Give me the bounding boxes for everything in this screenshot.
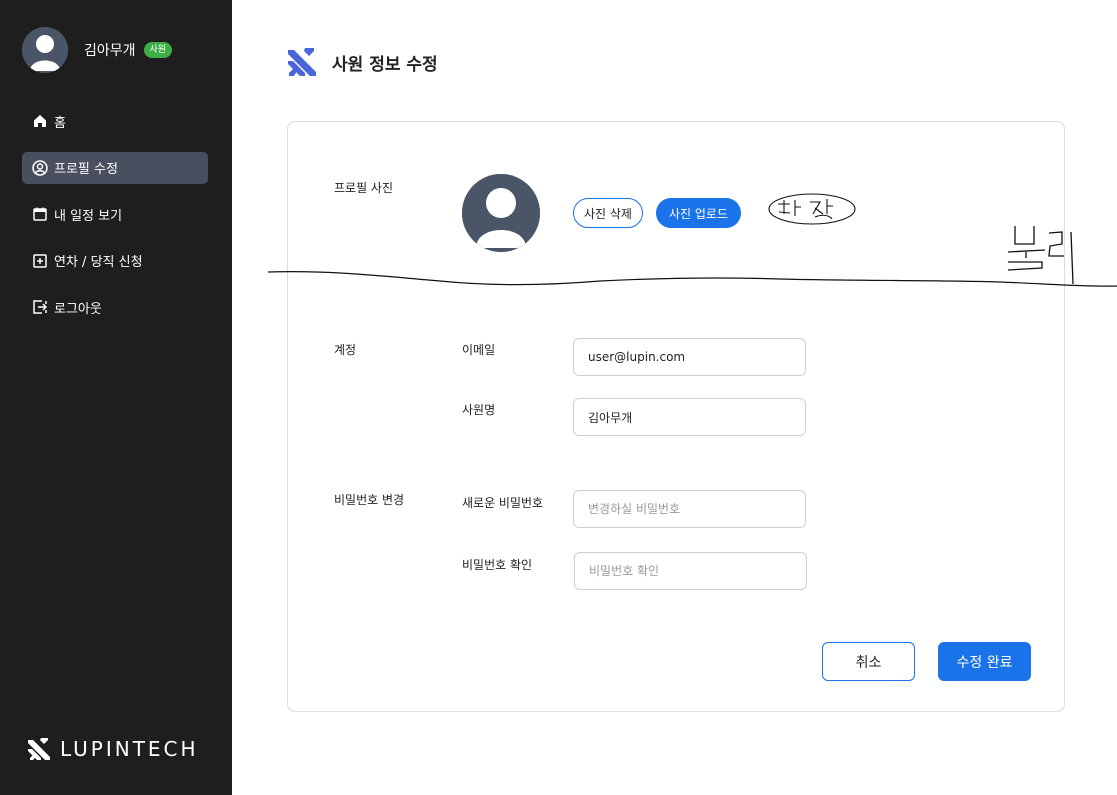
lupintech-logo-icon xyxy=(28,738,50,760)
sidebar-item-label: 홈 xyxy=(54,115,66,131)
sidebar-item-schedule[interactable]: 내 일정 보기 xyxy=(22,198,208,230)
page-title: 사원 정보 수정 xyxy=(332,54,438,75)
sidebar-item-home[interactable]: 홈 xyxy=(22,105,208,137)
sidebar-item-label: 연차 / 당직 신청 xyxy=(54,255,143,270)
name-field[interactable] xyxy=(573,398,806,436)
user-silhouette-icon xyxy=(462,174,540,252)
password-section-label: 비밀번호 변경 xyxy=(334,493,405,507)
user-silhouette-icon xyxy=(22,27,68,73)
sidebar-item-profile-edit[interactable]: 프로필 수정 xyxy=(22,151,208,184)
sidebar-item-logout[interactable]: 로그아웃 xyxy=(22,291,208,323)
sidebar-item-label: 프로필 수정 xyxy=(54,162,118,177)
email-field[interactable] xyxy=(573,338,806,376)
home-icon xyxy=(32,113,48,129)
confirm-password-label: 비밀번호 확인 xyxy=(462,558,533,572)
delete-photo-button[interactable]: 사진 삭제 xyxy=(573,198,643,228)
avatar[interactable] xyxy=(22,27,68,73)
new-password-field[interactable] xyxy=(573,490,806,528)
lupintech-logo-icon xyxy=(288,48,316,76)
submit-button[interactable]: 수정 완료 xyxy=(938,642,1031,681)
user-name: 김아무개 xyxy=(84,43,136,59)
role-badge: 사원 xyxy=(143,42,173,58)
brand-logo: LUPINTECH xyxy=(26,736,199,762)
confirm-password-field[interactable] xyxy=(574,552,807,590)
name-label: 사원명 xyxy=(462,403,496,417)
profile-photo xyxy=(462,174,540,252)
cancel-button[interactable]: 취소 xyxy=(822,642,915,681)
sidebar-item-label: 내 일정 보기 xyxy=(54,208,123,224)
photo-section-label: 프로필 사진 xyxy=(334,181,394,195)
sidebar-nav: 홈 프로필 수정 내 일정 보기 연차 / 당직 신청 로그아웃 xyxy=(22,105,208,338)
profile-edit-card: 프로필 사진 사진 삭제 사진 업로드 계정 이메일 사원명 비밀번호 변경 새… xyxy=(287,121,1065,712)
sidebar-item-label: 로그아웃 xyxy=(54,301,102,317)
brand-name: LUPINTECH xyxy=(60,737,199,761)
new-password-label: 새로운 비밀번호 xyxy=(462,496,544,510)
user-circle-icon xyxy=(32,159,48,176)
calendar-icon xyxy=(32,206,48,222)
user-info: 김아무개 사원 xyxy=(22,27,173,73)
email-label: 이메일 xyxy=(462,343,496,357)
page-header: 사원 정보 수정 xyxy=(286,46,438,78)
plus-square-icon xyxy=(32,253,48,269)
sidebar: 김아무개 사원 홈 프로필 수정 내 일정 보기 연차 / 당직 신청 로그아웃… xyxy=(0,0,232,795)
sidebar-item-leave-request[interactable]: 연차 / 당직 신청 xyxy=(22,245,208,277)
upload-photo-button[interactable]: 사진 업로드 xyxy=(656,198,741,228)
logout-icon xyxy=(32,299,48,315)
account-section-label: 계정 xyxy=(334,343,357,357)
